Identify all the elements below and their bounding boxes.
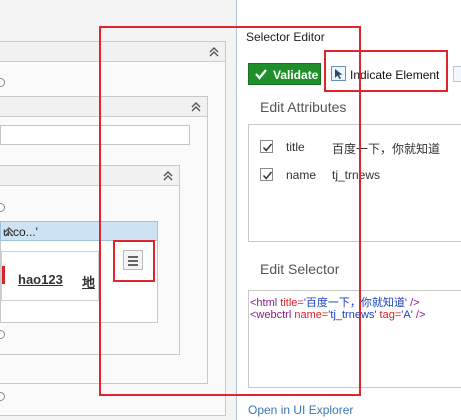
annotation-box-panel (99, 26, 361, 396)
annotation-box-menu (113, 240, 155, 282)
preview-link-more: 地 (82, 275, 96, 290)
preview-link-hao123: hao123 (18, 272, 63, 287)
annotation-box-indicate (324, 50, 448, 92)
preview-red-bar (2, 266, 5, 284)
collapse-chevron-icon[interactable] (3, 226, 15, 238)
toolbar-overflow-button[interactable] (453, 66, 461, 82)
open-in-ui-explorer-link[interactable]: Open in UI Explorer (248, 403, 353, 417)
